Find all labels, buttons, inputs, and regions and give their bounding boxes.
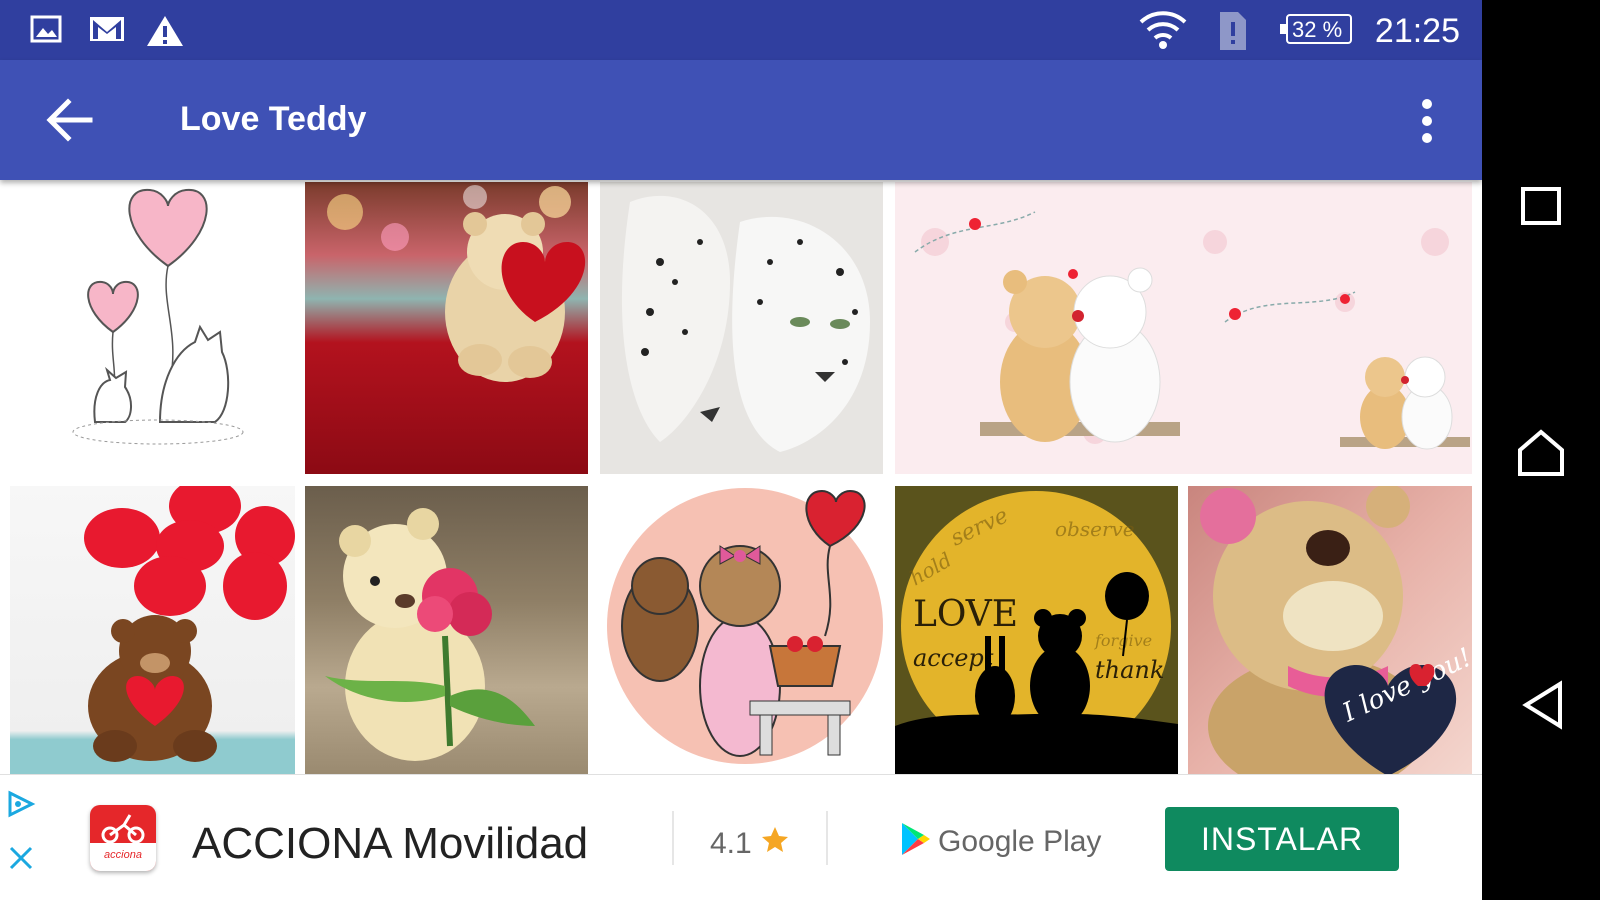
page-title: Love Teddy (180, 100, 367, 138)
tile-image: serve observe hold forgive LOVE accept t… (895, 491, 1178, 774)
tile-image (325, 508, 535, 761)
ad-divider (826, 811, 828, 865)
scooter-icon (90, 814, 156, 871)
tile-image: I love you! (1200, 486, 1472, 774)
status-bar: 32 % 21:25 (0, 0, 1482, 60)
home-button[interactable] (1516, 428, 1566, 478)
wallpaper-tile[interactable] (10, 486, 295, 774)
ad-app-name[interactable]: ACCIONA Movilidad (192, 819, 588, 869)
tile-image (621, 195, 870, 452)
ad-divider (672, 811, 674, 865)
close-ad-icon[interactable] (8, 845, 34, 871)
wallpaper-tile[interactable]: serve observe hold forgive LOVE accept t… (895, 486, 1178, 774)
image-icon (30, 15, 62, 43)
app-toolbar: Love Teddy (0, 60, 1482, 180)
tile-image (84, 486, 295, 762)
sim-alert-icon (1220, 12, 1246, 50)
love-word: LOVE (913, 594, 1018, 635)
store-label: Google Play (938, 825, 1102, 858)
battery-percent: 32 % (1292, 17, 1343, 42)
tile-image (607, 488, 883, 764)
system-nav-bar (1482, 0, 1600, 900)
wallpaper-tile[interactable]: I love you! (1188, 486, 1472, 774)
battery-icon: 32 % (1280, 14, 1352, 44)
gmail-icon (90, 17, 124, 41)
wallpaper-tile[interactable] (305, 486, 588, 774)
tile-image (327, 185, 586, 382)
ad-banner[interactable]: acciona ACCIONA Movilidad 4.1 Google Pla… (0, 774, 1482, 900)
wallpaper-tile[interactable] (895, 182, 1472, 474)
install-button[interactable]: INSTALAR (1165, 807, 1399, 871)
back-nav-button[interactable] (1520, 680, 1566, 730)
wallpaper-tile[interactable] (600, 182, 883, 474)
more-options-icon[interactable] (1412, 96, 1442, 146)
wallpaper-tile[interactable] (10, 182, 295, 474)
app-icon-label: acciona (104, 849, 142, 861)
warning-icon (147, 16, 183, 46)
star-icon (762, 827, 788, 852)
clock: 21:25 (1374, 12, 1460, 50)
back-button[interactable] (44, 96, 96, 144)
wifi-icon (1139, 11, 1187, 49)
wallpaper-tile[interactable] (600, 486, 883, 774)
google-play-icon (902, 823, 930, 855)
adchoices-icon[interactable] (6, 789, 36, 819)
wallpaper-tile[interactable] (305, 182, 588, 474)
tile-image (72, 188, 244, 445)
thank-word: thank (1095, 656, 1164, 684)
app-screen: 32 % 21:25 Love Teddy serve observe hold… (0, 0, 1482, 900)
app-icon[interactable]: acciona (90, 805, 156, 871)
tile-image (914, 211, 1470, 450)
recents-button[interactable] (1520, 186, 1562, 226)
accept-word: accept (913, 644, 994, 672)
svg-text:observe: observe (1055, 517, 1135, 541)
ad-rating: 4.1 (710, 827, 752, 860)
